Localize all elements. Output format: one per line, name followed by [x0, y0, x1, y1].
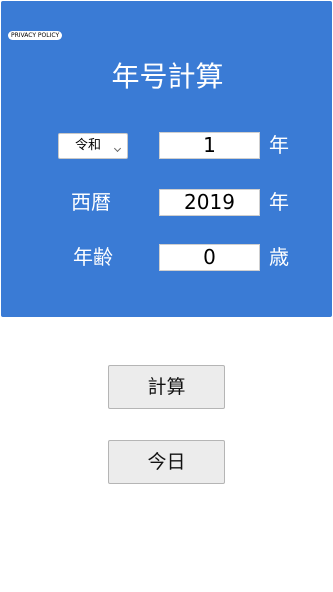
input-panel: PRIVACY POLICY 年号計算 令和 1 年 西暦 2019 年 年齢 …	[1, 1, 332, 317]
western-year-input[interactable]: 2019	[159, 189, 260, 216]
calculate-button[interactable]: 計算	[108, 365, 225, 409]
era-year-input[interactable]: 1	[159, 132, 260, 159]
today-button[interactable]: 今日	[108, 440, 225, 484]
era-select-value: 令和	[75, 138, 102, 153]
age-unit: 歳	[269, 245, 289, 269]
privacy-policy-link[interactable]: PRIVACY POLICY	[8, 31, 63, 40]
western-year-unit: 年	[269, 190, 289, 214]
western-year-label: 西暦	[71, 190, 111, 214]
page-title: 年号計算	[111, 60, 224, 93]
era-select[interactable]: 令和	[58, 133, 128, 159]
era-year-unit: 年	[269, 133, 289, 157]
chevron-down-icon	[113, 144, 122, 153]
age-label: 年齢	[73, 245, 113, 269]
age-input[interactable]: 0	[159, 244, 260, 271]
